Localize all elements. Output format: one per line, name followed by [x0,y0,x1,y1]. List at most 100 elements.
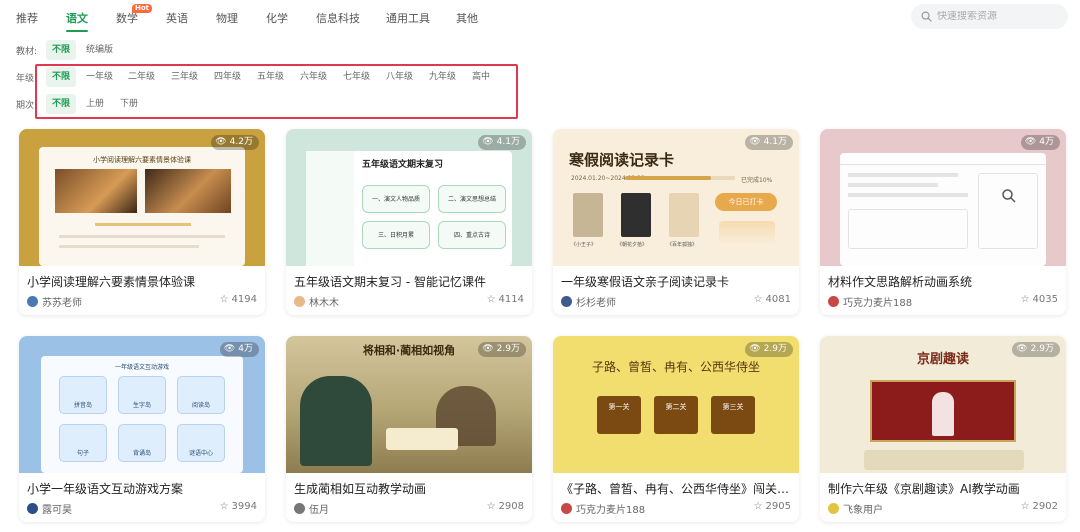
view-count: 👁 2.9万 [745,342,793,357]
avatar [561,503,572,514]
star-count-value: 4114 [498,294,524,305]
resource-card[interactable]: 一年级语文互动游戏 拼音岛 生字岛 阅读岛 句子 背诵岛 谜语中心 👁 4万 小学… [19,336,265,522]
thumb-slide: 一年级语文互动游戏 拼音岛 生字岛 阅读岛 句子 背诵岛 谜语中心 [41,356,243,473]
tab-chemistry[interactable]: 化学 [266,10,288,26]
view-count: 👁 4万 [1020,135,1060,150]
level-tile: 第二关 [654,396,698,434]
star-icon: ☆ [753,501,763,512]
level-tile: 第一关 [597,396,641,434]
thumb-illustration [145,169,231,213]
star-count[interactable]: ☆ 2905 [754,501,791,512]
tab-math[interactable]: 数学 Hot [116,4,152,26]
search-box[interactable] [911,4,1068,29]
eye-icon: 👁 [1024,137,1037,147]
view-count-value: 4.2万 [229,137,253,147]
card-thumbnail: 小学阅读理解六要素情景体验课 👁 4.2万 [19,129,265,266]
thumb-figure [932,392,954,436]
view-count: 👁 2.9万 [478,342,526,357]
star-count-value: 3994 [231,501,257,512]
resource-card[interactable]: 子路、曾皙、冉有、公西华侍坐 第一关 第二关 第三关 👁 2.9万 《子路、曾皙、… [553,336,799,522]
card-author: 飞象用户 [828,501,883,516]
book-cover [573,193,603,237]
thumb-panel [978,173,1038,249]
magnifier-icon [1002,189,1016,203]
game-tile-label: 拼音岛 [73,402,92,409]
card-author: 苏苏老师 [27,294,82,309]
tab-physics[interactable]: 物理 [216,10,238,26]
eye-icon: 👁 [749,344,761,354]
search-input[interactable] [937,11,1057,22]
card-title: 一年级寒假语文亲子阅读记录卡 [561,275,730,289]
tab-chinese[interactable]: 语文 [66,10,88,32]
view-count: 👁 4.1万 [478,135,526,150]
resource-card[interactable]: 寒假阅读记录卡 2024.01.20~2024.02.29 已完成10% 《小王… [553,129,799,315]
resource-card[interactable]: 五年级语文期末复习 一、演文人物品质 二、演文思想总结 三、日积月累 四、重点古… [286,129,532,315]
hot-badge: Hot [131,4,152,13]
thumb-figure [300,376,372,466]
card-title: 小学阅读理解六要素情景体验课 [27,275,196,289]
star-count-value: 2908 [498,501,524,512]
thumb-sidebar [306,151,354,266]
tab-english[interactable]: 英语 [166,10,188,26]
card-title: 小学一年级语文互动游戏方案 [27,482,184,496]
eye-icon: 👁 [215,137,227,147]
tab-tools[interactable]: 通用工具 [386,10,430,26]
tab-recommend[interactable]: 推荐 [16,10,38,26]
checkin-badge: 今日已打卡 [715,193,777,211]
card-title: 材料作文思路解析动画系统 [828,275,973,289]
star-count[interactable]: ☆ 4035 [1021,294,1058,305]
star-count-value: 2905 [765,501,791,512]
game-tile: 背诵岛 [118,424,166,462]
thumb-divider [95,223,191,226]
view-count-value: 4万 [238,344,253,354]
view-count: 👁 4万 [219,342,259,357]
view-count-value: 4.1万 [763,137,787,147]
game-tile-label: 生字岛 [132,402,151,409]
resource-card[interactable]: 京剧趣读 👁 2.9万 制作六年级《京剧趣读》AI教学动画 飞象用户 ☆ 2902 [820,336,1066,522]
view-count: 👁 4.1万 [745,135,793,150]
star-count[interactable]: ☆ 4114 [487,294,524,305]
card-thumbnail: 👁 4万 [820,129,1066,266]
star-count[interactable]: ☆ 4081 [754,294,791,305]
star-count[interactable]: ☆ 4194 [220,294,257,305]
star-count[interactable]: ☆ 2902 [1021,501,1058,512]
card-thumbnail: 将相和·蔺相如视角 👁 2.9万 [286,336,532,473]
resource-card[interactable]: 将相和·蔺相如视角 👁 2.9万 生成蔺相如互动教学动画 伍月 ☆ 2908 [286,336,532,522]
star-count[interactable]: ☆ 3994 [220,501,257,512]
card-thumbnail: 一年级语文互动游戏 拼音岛 生字岛 阅读岛 句子 背诵岛 谜语中心 👁 4万 [19,336,265,473]
star-count-value: 4194 [231,294,257,305]
resource-card[interactable]: 小学阅读理解六要素情景体验课 👁 4.2万 小学阅读理解六要素情景体验课 苏苏老师… [19,129,265,315]
view-count: 👁 2.9万 [1012,342,1060,357]
star-count-value: 4035 [1032,294,1058,305]
thumb-dialog [386,428,458,450]
card-title: 《子路、曾皙、冉有、公西华侍坐》闯关游戏 [561,482,793,496]
game-tile-label: 背诵岛 [132,450,151,457]
eye-icon: 👁 [482,137,494,147]
card-author: 巧克力麦片188 [828,294,912,309]
view-count-value: 2.9万 [496,344,520,354]
chip-textbook-tongbian[interactable]: 统编版 [80,40,119,60]
thumb-panel [848,209,968,249]
card-author: 林木木 [294,294,339,309]
resource-card[interactable]: 👁 4万 材料作文思路解析动画系统 巧克力麦片188 ☆ 4035 [820,129,1066,315]
filter-label-grade: 年级 [16,74,35,84]
thumb-strip [864,450,1024,470]
card-thumbnail: 子路、曾皙、冉有、公西华侍坐 第一关 第二关 第三关 👁 2.9万 [553,336,799,473]
author-name: 杉杉老师 [576,298,616,309]
tab-math-label: 数学 [116,12,138,25]
thumb-app-window [840,153,1046,266]
thumb-box: 一、演文人物品质 [362,185,430,213]
author-name: 巧克力麦片188 [576,505,646,516]
star-count-value: 2902 [1032,501,1058,512]
book-title: 《百年孤独》 [667,242,698,248]
chip-textbook-any[interactable]: 不限 [46,40,77,60]
thumb-box: 三、日积月累 [362,221,430,249]
tab-other[interactable]: 其他 [456,10,478,26]
tab-it[interactable]: 信息科技 [316,10,360,26]
author-name: 林木木 [309,298,339,309]
author-name: 伍月 [309,505,329,516]
card-thumbnail: 京剧趣读 👁 2.9万 [820,336,1066,473]
star-icon: ☆ [219,501,229,512]
thumb-progress-label: 已完成10% [741,177,773,184]
star-count[interactable]: ☆ 2908 [487,501,524,512]
